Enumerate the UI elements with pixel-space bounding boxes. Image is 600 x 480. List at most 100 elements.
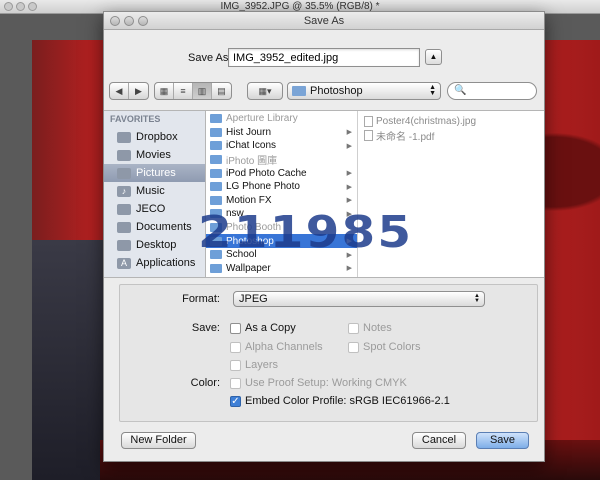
sidebar-item-jeco[interactable]: JECO — [104, 200, 205, 218]
sidebar-item-label: Desktop — [136, 239, 177, 251]
forward-icon[interactable]: ▶ — [129, 83, 148, 99]
embed-color-profile-checkbox[interactable]: ✓ Embed Color Profile: sRGB IEC61966-2.1 — [230, 395, 450, 407]
folder-location-popup[interactable]: Photoshop ▲ ▼ — [287, 82, 441, 100]
folder-icon — [117, 131, 131, 143]
sidebar-item-label: Pictures — [136, 167, 176, 179]
use-proof-setup-checkbox[interactable]: Use Proof Setup: Working CMYK — [230, 377, 407, 389]
chevron-right-icon: ▶ — [346, 183, 352, 191]
updown-arrows-icon: ▲ ▼ — [474, 293, 480, 304]
pdf-file-icon — [364, 129, 373, 141]
minimize-icon[interactable] — [124, 16, 134, 26]
folder-icon — [117, 203, 131, 215]
color-label: Color: — [190, 377, 220, 389]
sidebar-item-label: Documents — [136, 221, 192, 233]
folder-icon — [210, 263, 222, 273]
layers-checkbox[interactable]: Layers — [230, 359, 278, 371]
checkmark-icon: ✓ — [230, 395, 241, 407]
filename-input[interactable] — [228, 48, 420, 67]
folder-icon — [210, 114, 222, 124]
sidebar-item-movies[interactable]: Movies — [104, 146, 205, 164]
sidebar-item-label: Dropbox — [136, 131, 178, 143]
sidebar-item-label: Music — [136, 185, 165, 197]
sidebar-item-dropbox[interactable]: Dropbox — [104, 128, 205, 146]
sidebar-item-pictures[interactable]: Pictures — [104, 164, 205, 182]
current-folder-label: Photoshop — [310, 85, 363, 97]
chevron-right-icon: ▶ — [346, 170, 352, 178]
list-item[interactable]: iChat Icons ▶ — [206, 139, 357, 153]
arrange-icon: ▦▾ — [258, 86, 272, 96]
iphoto-icon — [210, 155, 222, 165]
save-as-label: Save As: — [188, 52, 232, 64]
pictures-icon — [117, 167, 131, 179]
triangle-up-icon: ▲ — [429, 52, 438, 61]
sidebar-item-desktop[interactable]: Desktop — [104, 236, 205, 254]
list-item[interactable]: Poster4(christmas).jpg — [358, 114, 544, 128]
back-forward-buttons: ◀ ▶ — [109, 82, 149, 100]
as-a-copy-checkbox[interactable]: As a Copy — [230, 322, 296, 334]
new-folder-button[interactable]: New Folder — [121, 432, 196, 449]
cancel-button[interactable]: Cancel — [412, 432, 466, 449]
list-item[interactable]: iPod Photo Cache ▶ — [206, 166, 357, 180]
dialog-window-controls — [110, 16, 148, 26]
sidebar: FAVORITES Dropbox Movies Pictures ♪ Music… — [104, 111, 206, 277]
icon-view-icon[interactable]: ▦ — [155, 83, 174, 99]
list-item[interactable]: LG Phone Photo ▶ — [206, 180, 357, 194]
list-view-icon[interactable]: ≡ — [174, 83, 193, 99]
list-item[interactable]: Wallpaper ▶ — [206, 262, 357, 276]
list-item[interactable]: iPhoto 圖庫 — [206, 153, 357, 167]
chevron-right-icon: ▶ — [346, 129, 352, 137]
image-file-icon — [364, 115, 373, 127]
music-icon: ♪ — [117, 185, 131, 197]
sidebar-item-label: Movies — [136, 149, 171, 161]
sidebar-item-label: JECO — [136, 203, 166, 215]
zoom-icon[interactable] — [138, 16, 148, 26]
format-popup[interactable]: JPEG ▲ ▼ — [233, 291, 485, 307]
watermark: 211985 — [198, 207, 414, 258]
column-view-icon[interactable]: ▥ — [193, 83, 212, 99]
list-item[interactable]: Motion FX ▶ — [206, 194, 357, 208]
save-button[interactable]: Save — [476, 432, 529, 449]
back-icon[interactable]: ◀ — [110, 83, 129, 99]
zoom-icon[interactable] — [28, 2, 37, 11]
list-item[interactable]: Hist Journ ▶ — [206, 126, 357, 140]
folder-icon — [210, 127, 222, 137]
view-mode-buttons: ▦ ≡ ▥ ▤ — [154, 82, 232, 100]
sidebar-heading: FAVORITES — [110, 114, 161, 124]
browser-toolbar: ◀ ▶ ▦ ≡ ▥ ▤ ▦▾ Photoshop ▲ ▼ 🔍 — [104, 82, 544, 104]
sidebar-item-documents[interactable]: Documents — [104, 218, 205, 236]
close-icon[interactable] — [110, 16, 120, 26]
save-label: Save: — [191, 322, 220, 334]
save-as-dialog: Save As Save As: ▲ ◀ ▶ ▦ ≡ ▥ ▤ ▦▾ Photos… — [103, 11, 545, 462]
minimize-icon[interactable] — [16, 2, 25, 11]
folder-icon — [210, 141, 222, 151]
sidebar-item-music[interactable]: ♪ Music — [104, 182, 205, 200]
folder-icon — [210, 195, 222, 205]
arrange-button[interactable]: ▦▾ — [247, 82, 283, 100]
chevron-right-icon: ▶ — [346, 142, 352, 150]
list-item[interactable]: 未命名 -1.pdf — [358, 128, 544, 143]
coverflow-view-icon[interactable]: ▤ — [212, 83, 231, 99]
folder-icon — [210, 182, 222, 192]
desktop-icon — [117, 239, 131, 251]
background-window-controls — [4, 2, 37, 11]
documents-icon — [117, 221, 131, 233]
expand-dialog-button[interactable]: ▲ — [425, 49, 442, 65]
close-icon[interactable] — [4, 2, 13, 11]
search-field[interactable]: 🔍 — [447, 82, 537, 100]
format-value: JPEG — [239, 293, 268, 305]
chevron-right-icon: ▶ — [346, 265, 352, 273]
save-as-row: Save As: ▲ — [104, 48, 544, 70]
save-options-panel: Format: JPEG ▲ ▼ Save: As a Copy Notes Al… — [119, 284, 538, 422]
folder-icon — [292, 86, 306, 96]
search-icon: 🔍 — [454, 85, 467, 96]
sidebar-item-applications[interactable]: A Applications — [104, 254, 205, 272]
applications-icon: A — [117, 257, 131, 269]
notes-checkbox[interactable]: Notes — [348, 322, 392, 334]
list-item[interactable]: Aperture Library — [206, 112, 357, 126]
dialog-titlebar: Save As — [104, 12, 544, 30]
spot-colors-checkbox[interactable]: Spot Colors — [348, 341, 420, 353]
alpha-channels-checkbox[interactable]: Alpha Channels — [230, 341, 323, 353]
movies-icon — [117, 149, 131, 161]
chevron-right-icon: ▶ — [346, 197, 352, 205]
format-label: Format: — [182, 293, 220, 305]
